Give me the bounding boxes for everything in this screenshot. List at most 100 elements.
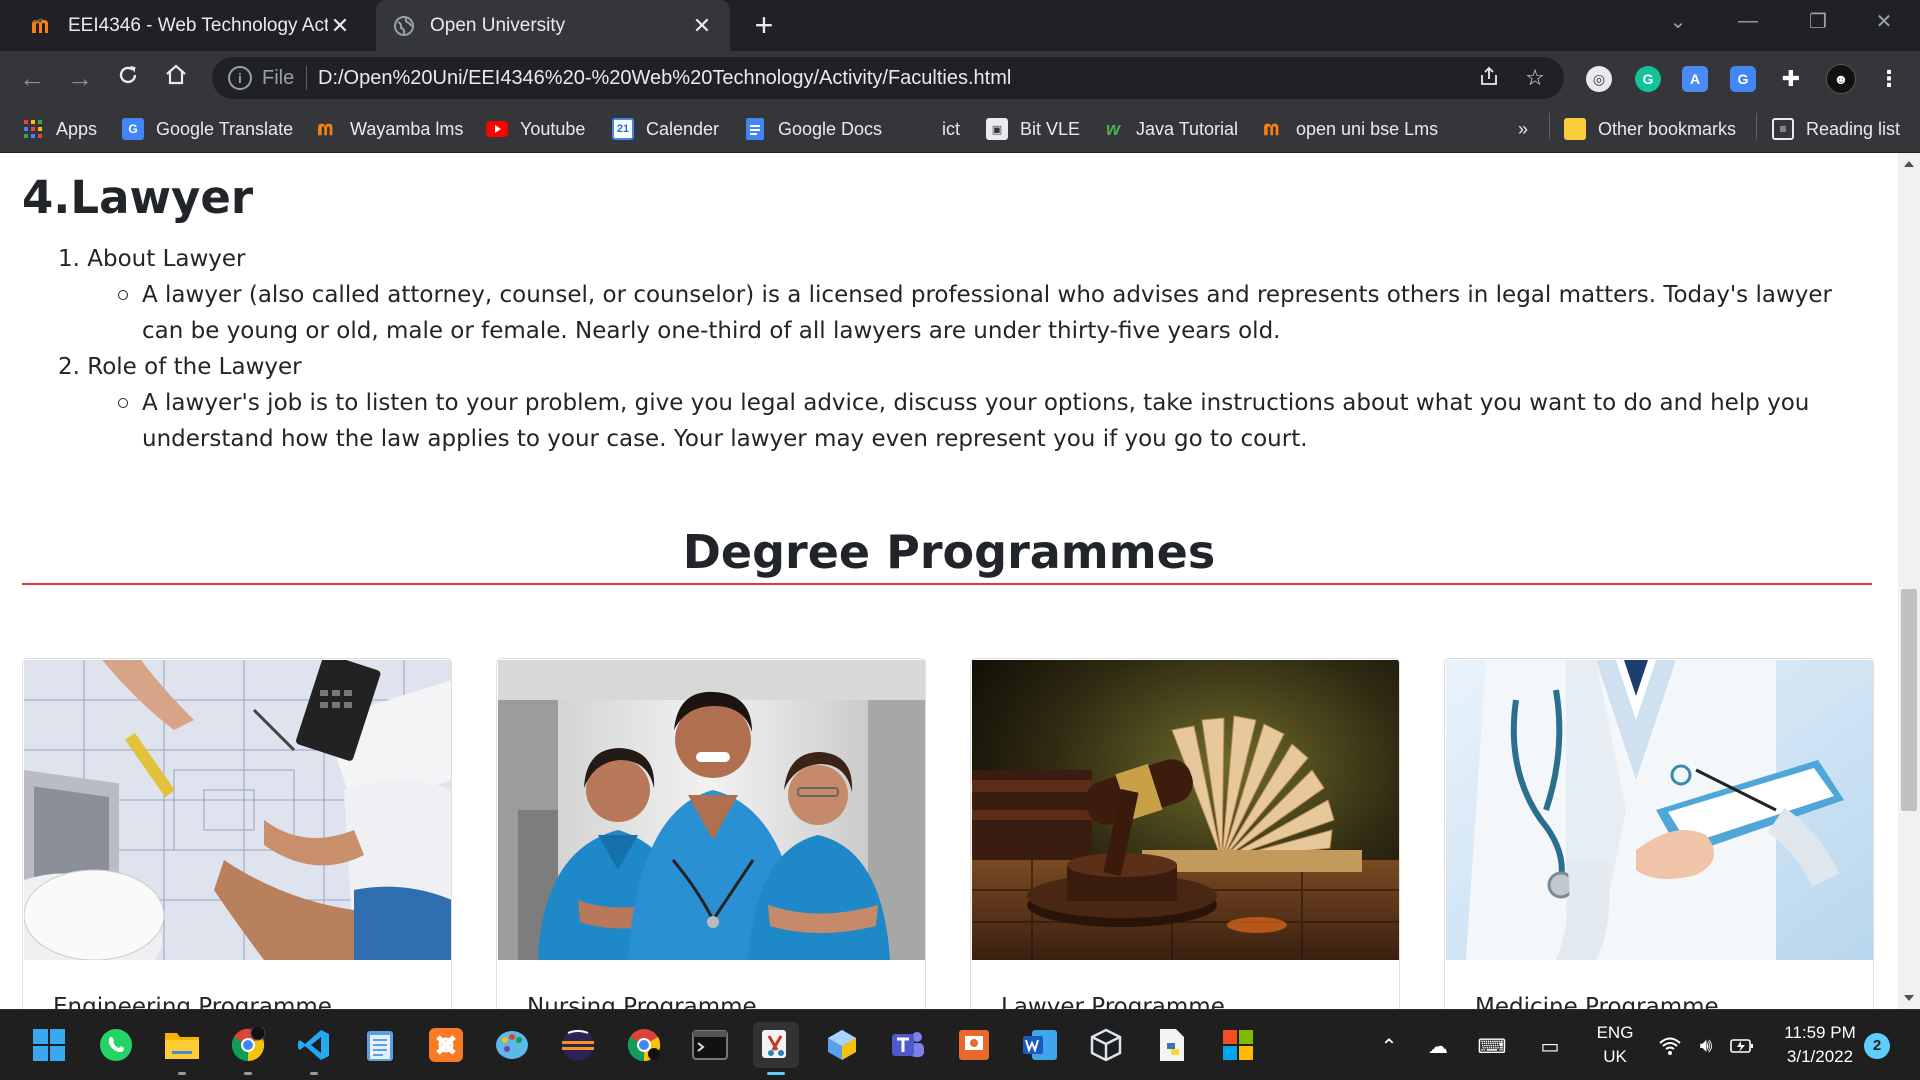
bit-vle-icon: ▣ bbox=[986, 118, 1008, 140]
volume-icon[interactable]: 🔊︎ bbox=[1692, 1032, 1720, 1060]
bookmark-star-icon[interactable]: ☆ bbox=[1522, 65, 1548, 91]
tab-search-icon[interactable]: ⌄ bbox=[1650, 0, 1706, 42]
notification-badge[interactable]: 2 bbox=[1864, 1033, 1890, 1059]
extension-icon[interactable]: ◎ bbox=[1586, 66, 1612, 92]
chevron-up-icon[interactable]: ⌃ bbox=[1375, 1032, 1403, 1060]
tab-open-university[interactable]: Open University ✕ bbox=[376, 0, 730, 51]
virtual-box-3d-icon[interactable] bbox=[819, 1022, 865, 1068]
bookmark-google-docs[interactable]: Google Docs bbox=[744, 113, 882, 145]
onedrive-cloud-icon[interactable]: ☁ bbox=[1424, 1032, 1452, 1060]
scroll-down-arrow-icon[interactable] bbox=[1904, 995, 1914, 1001]
bookmark-youtube[interactable]: Youtube bbox=[486, 113, 585, 145]
heading-underline bbox=[22, 583, 1872, 585]
chrome-profile-icon[interactable] bbox=[225, 1022, 271, 1075]
minimize-button[interactable]: — bbox=[1720, 0, 1776, 42]
address-bar[interactable]: i File D:/Open%20Uni/EEI4346%20-%20Web%2… bbox=[212, 57, 1564, 99]
share-icon[interactable] bbox=[1476, 65, 1502, 91]
wifi-icon[interactable] bbox=[1656, 1032, 1684, 1060]
list-number: 1. bbox=[58, 246, 80, 272]
kebab-menu-icon[interactable]: ⋮ bbox=[1876, 66, 1902, 92]
python-file-icon[interactable] bbox=[1149, 1022, 1195, 1068]
reading-list[interactable]: ≡ Reading list bbox=[1772, 113, 1900, 145]
scheme-label: File bbox=[262, 67, 295, 89]
home-button[interactable] bbox=[160, 62, 192, 94]
puzzle-extensions-icon[interactable]: ✚ bbox=[1778, 66, 1804, 92]
back-button[interactable]: ← bbox=[16, 62, 48, 94]
divider bbox=[306, 66, 307, 90]
profile-avatar[interactable]: ☻ bbox=[1826, 64, 1856, 94]
forward-button[interactable]: → bbox=[64, 62, 96, 94]
notepad-icon[interactable] bbox=[357, 1022, 403, 1068]
reading-list-label: Reading list bbox=[1806, 118, 1901, 139]
running-indicator bbox=[244, 1072, 252, 1075]
input-language-indicator[interactable]: ENG UK bbox=[1590, 1021, 1640, 1069]
clock-time: 11:59 PM bbox=[1784, 1023, 1856, 1042]
lawyer-info-list: 1. About Lawyer A lawyer (also called at… bbox=[58, 241, 1858, 457]
word-icon[interactable] bbox=[1017, 1022, 1063, 1068]
reload-icon bbox=[119, 66, 137, 84]
page-scrollbar[interactable] bbox=[1898, 153, 1920, 1009]
clock[interactable]: 11:59 PM 3/1/2022 bbox=[1770, 1021, 1870, 1069]
bookmark-label: open uni bse Lms bbox=[1296, 118, 1439, 139]
url-text[interactable]: D:/Open%20Uni/EEI4346%20-%20Web%20Techno… bbox=[318, 67, 1011, 90]
site-info-icon[interactable]: i bbox=[228, 66, 252, 90]
scrollbar-thumb[interactable] bbox=[1901, 589, 1917, 811]
calendar-icon: 21 bbox=[612, 118, 634, 140]
bookmark-open-uni-bse-lms[interactable]: open uni bse Lms bbox=[1262, 113, 1438, 145]
programme-card-engineering[interactable]: Engineering Programme bbox=[22, 658, 452, 1009]
other-bookmarks-label: Other bookmarks bbox=[1598, 118, 1737, 139]
bookmark-calender[interactable]: 21 Calender bbox=[612, 113, 719, 145]
divider bbox=[1756, 113, 1757, 139]
list-item-detail: A lawyer (also called attorney, counsel,… bbox=[142, 282, 1832, 344]
close-icon[interactable]: ✕ bbox=[690, 13, 714, 38]
teams-icon[interactable] bbox=[885, 1022, 931, 1068]
programme-card-nursing[interactable]: Nursing Programme bbox=[496, 658, 926, 1009]
tab-eei4346[interactable]: EEI4346 - Web Technology Activit ✕ bbox=[14, 0, 368, 51]
windows-start-icon[interactable] bbox=[26, 1022, 72, 1068]
google-translate-extension-icon[interactable]: G bbox=[1730, 66, 1756, 92]
w3schools-icon: w bbox=[1105, 118, 1120, 139]
snipping-tool-icon[interactable] bbox=[753, 1022, 799, 1075]
bookmark-google-translate[interactable]: G Google Translate bbox=[122, 113, 293, 145]
paint-icon[interactable] bbox=[489, 1022, 535, 1068]
presentation-app-icon[interactable] bbox=[951, 1022, 997, 1068]
bookmark-java-tutorial[interactable]: w Java Tutorial bbox=[1102, 113, 1238, 145]
programme-card-medicine[interactable]: Medicine Programme bbox=[1444, 658, 1874, 1009]
ms-store-colorful-icon[interactable] bbox=[1215, 1022, 1261, 1068]
home-icon bbox=[166, 64, 186, 85]
bookmark-apps[interactable]: Apps bbox=[22, 113, 97, 145]
package-icon[interactable] bbox=[1083, 1022, 1129, 1068]
google-docs-icon bbox=[744, 118, 766, 140]
terminal-icon[interactable] bbox=[687, 1022, 733, 1068]
new-tab-button[interactable]: + bbox=[748, 9, 780, 42]
chrome-icon[interactable] bbox=[621, 1022, 667, 1068]
programme-card-lawyer[interactable]: Lawyer Programme bbox=[970, 658, 1400, 1009]
bookmarks-overflow-button[interactable]: » bbox=[1518, 113, 1528, 145]
bookmark-wayamba-lms[interactable]: Wayamba lms bbox=[316, 113, 463, 145]
translate-extension-icon[interactable]: A bbox=[1682, 66, 1708, 92]
other-bookmarks[interactable]: Other bookmarks bbox=[1564, 113, 1736, 145]
vscode-icon[interactable] bbox=[291, 1022, 337, 1075]
bookmark-label: Google Docs bbox=[778, 118, 883, 139]
tab-strip: EEI4346 - Web Technology Activit ✕ Open … bbox=[0, 0, 1920, 51]
tablet-mode-icon[interactable]: ▭ bbox=[1536, 1032, 1564, 1060]
file-explorer-icon[interactable] bbox=[159, 1022, 205, 1075]
reload-button[interactable] bbox=[112, 62, 144, 94]
bookmark-ict[interactable]: ict bbox=[942, 113, 960, 145]
bookmark-label: Apps bbox=[56, 118, 98, 139]
close-icon[interactable]: ✕ bbox=[328, 13, 352, 38]
bookmark-bit-vle[interactable]: ▣ Bit VLE bbox=[986, 113, 1080, 145]
battery-icon[interactable] bbox=[1728, 1032, 1756, 1060]
scroll-up-arrow-icon[interactable] bbox=[1904, 161, 1914, 167]
keyboard-icon[interactable]: ⌨ bbox=[1478, 1032, 1507, 1060]
card-title: Engineering Programme bbox=[53, 994, 332, 1009]
page-content: 4.Lawyer 1. About Lawyer A lawyer (also … bbox=[0, 153, 1898, 1009]
grammarly-icon[interactable]: G bbox=[1635, 66, 1661, 92]
bookmark-label: Google Translate bbox=[156, 118, 294, 139]
xampp-icon[interactable] bbox=[423, 1022, 469, 1068]
restore-button[interactable]: ❐ bbox=[1790, 0, 1846, 42]
close-window-button[interactable]: ✕ bbox=[1856, 0, 1912, 42]
whatsapp-icon[interactable] bbox=[93, 1022, 139, 1068]
eclipse-icon[interactable] bbox=[555, 1022, 601, 1068]
lawyer-photo bbox=[972, 660, 1399, 960]
